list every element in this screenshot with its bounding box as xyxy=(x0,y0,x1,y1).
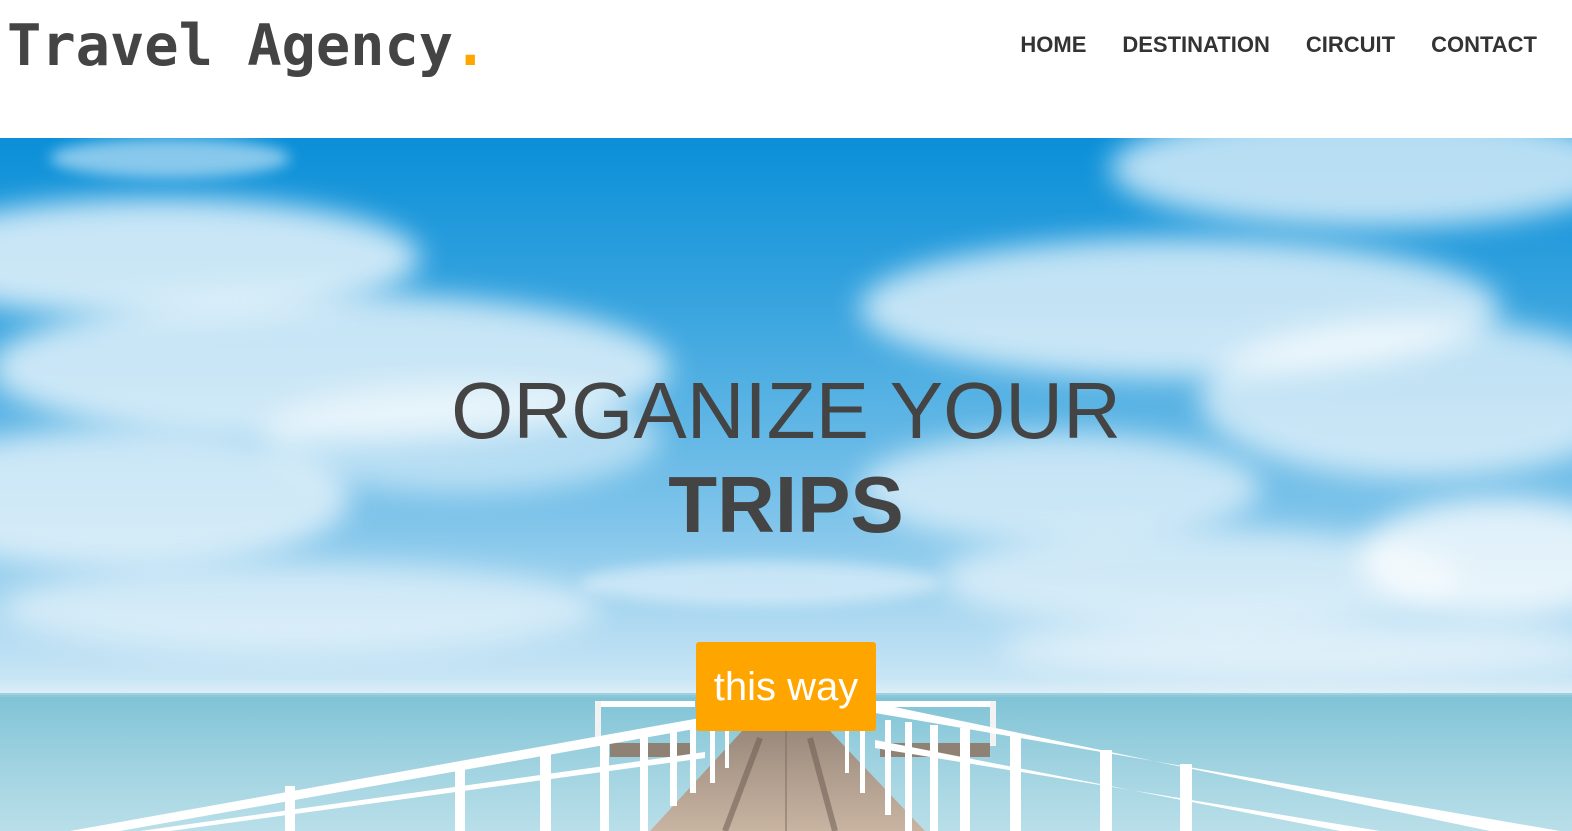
nav-item-home[interactable]: HOME xyxy=(1020,30,1086,60)
hero-headline: ORGANIZE YOUR TRIPS xyxy=(0,364,1572,552)
nav-item-circuit[interactable]: CIRCUIT xyxy=(1306,30,1395,60)
nav-item-destination[interactable]: DESTINATION xyxy=(1122,30,1269,60)
site-header: Travel Agency. HOME DESTINATION CIRCUIT … xyxy=(0,0,1572,138)
headline-line-1: ORGANIZE YOUR xyxy=(451,366,1121,455)
brand-logo[interactable]: Travel Agency. xyxy=(7,13,487,79)
this-way-button[interactable]: this way xyxy=(696,642,876,731)
brand-name: Travel Agency xyxy=(7,13,454,79)
hero-section: ORGANIZE YOUR TRIPS this way xyxy=(0,138,1572,831)
main-nav: HOME DESTINATION CIRCUIT CONTACT xyxy=(1020,30,1537,60)
nav-item-contact[interactable]: CONTACT xyxy=(1431,30,1537,60)
brand-dot: . xyxy=(453,13,488,79)
headline-line-2: TRIPS xyxy=(668,460,904,549)
